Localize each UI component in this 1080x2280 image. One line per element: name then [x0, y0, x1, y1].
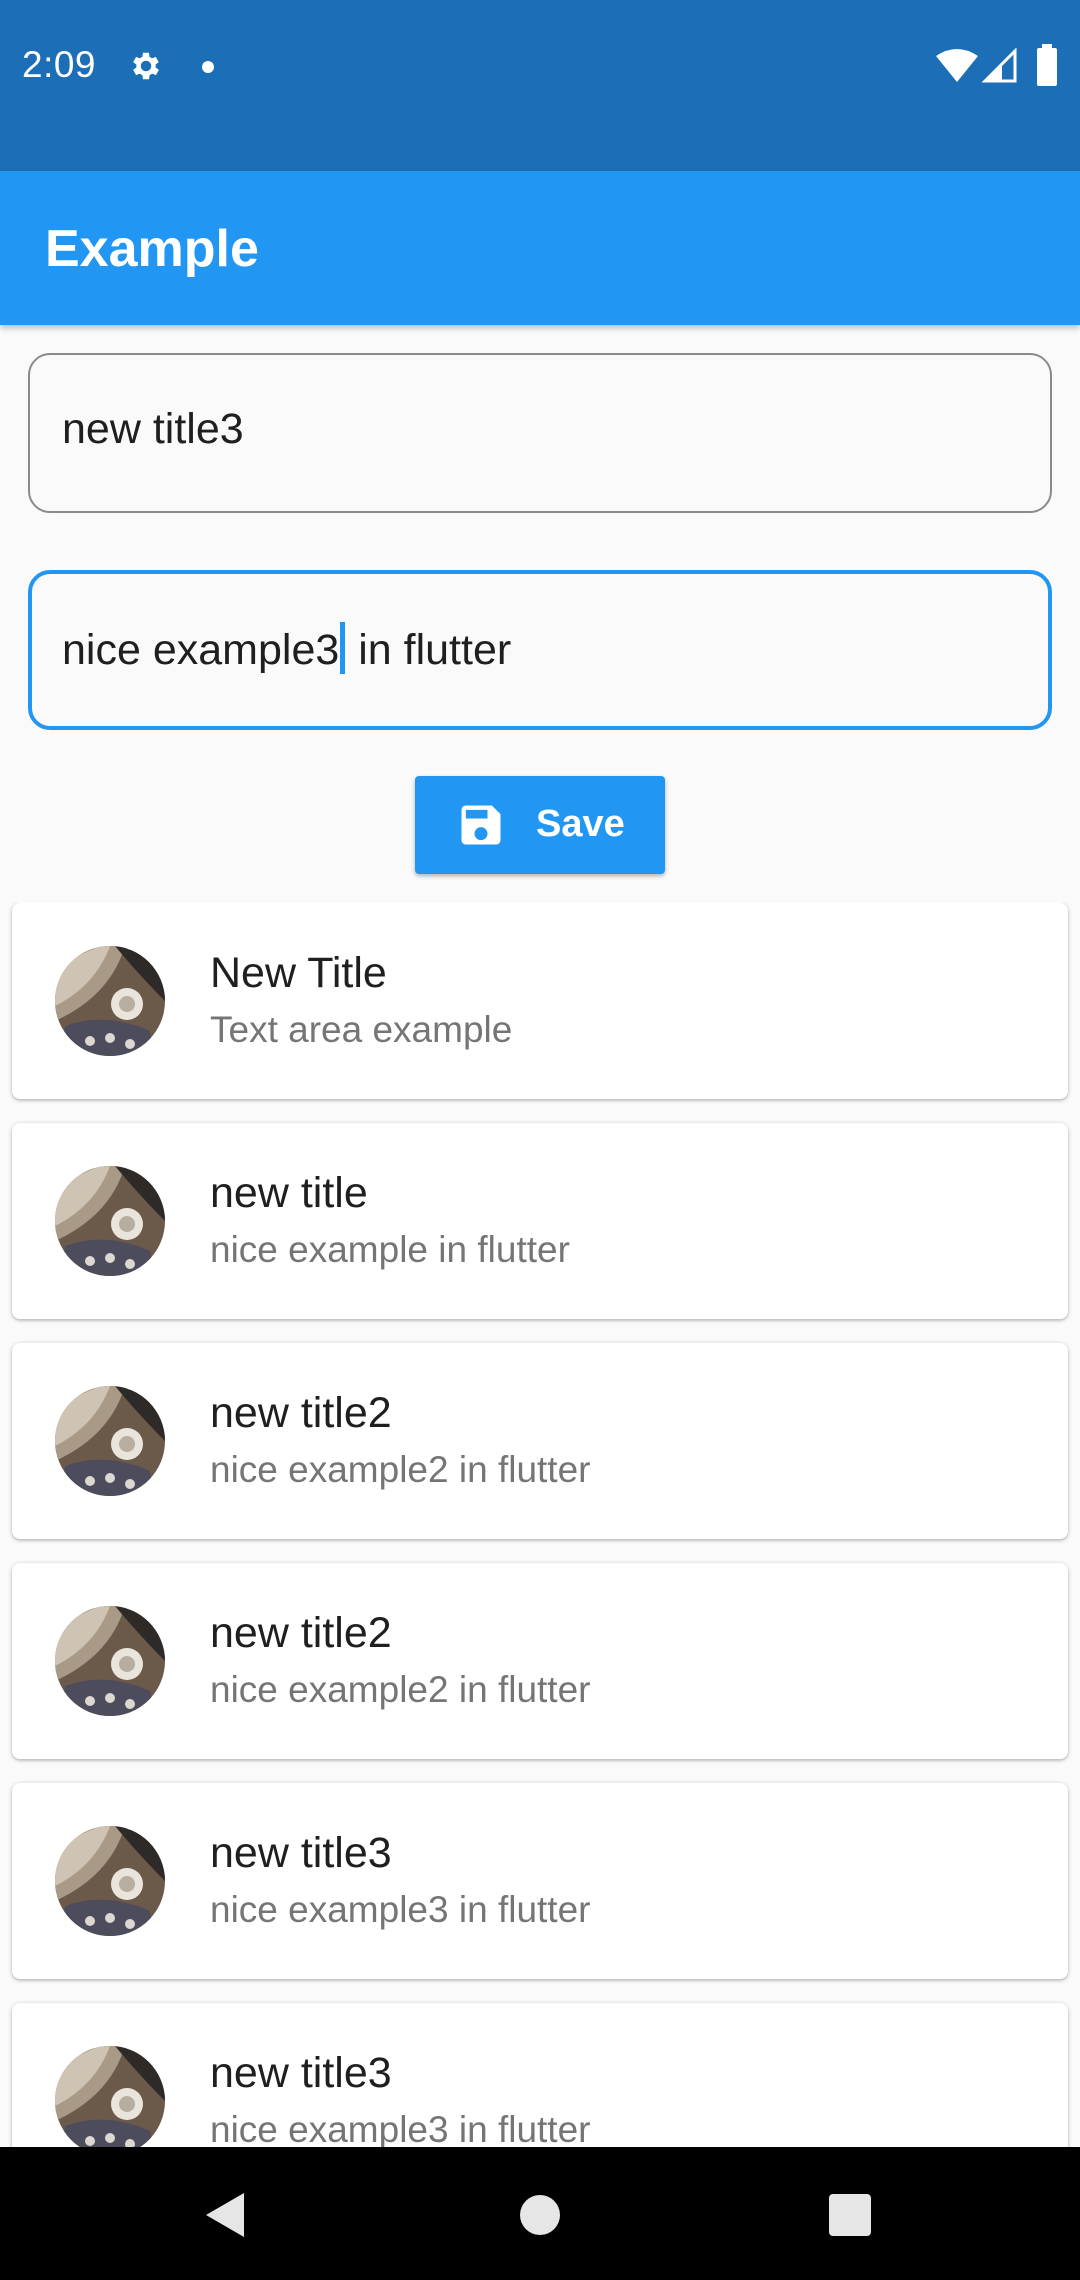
text-cursor — [340, 622, 346, 674]
save-button-label: Save — [536, 803, 625, 845]
status-bar: 2:09 — [0, 0, 1080, 171]
app-title: Example — [45, 220, 259, 278]
item-list[interactable]: New Title Text area example new title ni… — [0, 903, 1080, 2147]
item-subtitle: nice example in flutter — [210, 1229, 570, 1270]
item-title: new title3 — [210, 1829, 392, 1877]
description-input[interactable]: nice example3 in flutter — [28, 570, 1052, 730]
recents-icon[interactable] — [829, 2194, 871, 2236]
item-title: New Title — [210, 949, 387, 997]
status-time: 2:09 — [22, 44, 97, 85]
item-title: new title — [210, 1169, 368, 1217]
avatar — [55, 1826, 165, 1936]
notification-dot-icon — [202, 61, 214, 73]
food-photo-icon — [55, 2046, 165, 2147]
avatar — [55, 2046, 165, 2147]
item-title: new title3 — [210, 2049, 392, 2097]
list-item[interactable]: new title nice example in flutter — [12, 1123, 1068, 1319]
avatar — [55, 946, 165, 1056]
avatar — [55, 1386, 165, 1496]
home-icon[interactable] — [520, 2195, 560, 2235]
gear-icon — [133, 52, 159, 80]
navigation-bar — [0, 2147, 1080, 2280]
list-item[interactable]: new title3 nice example3 in flutter — [12, 1783, 1068, 1979]
avatar — [55, 1606, 165, 1716]
battery-icon — [1037, 44, 1057, 86]
list-item[interactable]: new title2 nice example2 in flutter — [12, 1563, 1068, 1759]
avatar — [55, 1166, 165, 1276]
wifi-icon — [936, 49, 978, 82]
cell-signal-icon — [982, 48, 1017, 83]
list-item[interactable]: new title2 nice example2 in flutter — [12, 1343, 1068, 1539]
item-subtitle: nice example3 in flutter — [210, 1889, 591, 1930]
food-photo-icon — [55, 1606, 165, 1716]
app-bar: Example — [0, 171, 1080, 325]
item-subtitle: nice example3 in flutter — [210, 2109, 591, 2147]
item-title: new title2 — [210, 1389, 392, 1437]
save-button[interactable]: Save — [415, 776, 665, 874]
description-input-value: nice example3 in flutter — [62, 622, 511, 675]
list-item[interactable]: new title3 nice example3 in flutter — [12, 2003, 1068, 2147]
title-input[interactable]: new title3 — [28, 353, 1052, 513]
item-subtitle: Text area example — [210, 1009, 513, 1050]
food-photo-icon — [55, 946, 165, 1056]
back-icon[interactable] — [204, 2191, 248, 2239]
item-subtitle: nice example2 in flutter — [210, 1669, 591, 1710]
food-photo-icon — [55, 1166, 165, 1276]
title-input-value: new title3 — [62, 405, 244, 453]
floppy-disk-icon — [461, 805, 501, 845]
item-title: new title2 — [210, 1609, 392, 1657]
item-subtitle: nice example2 in flutter — [210, 1449, 591, 1490]
list-item[interactable]: New Title Text area example — [12, 903, 1068, 1099]
food-photo-icon — [55, 1386, 165, 1496]
food-photo-icon — [55, 1826, 165, 1936]
